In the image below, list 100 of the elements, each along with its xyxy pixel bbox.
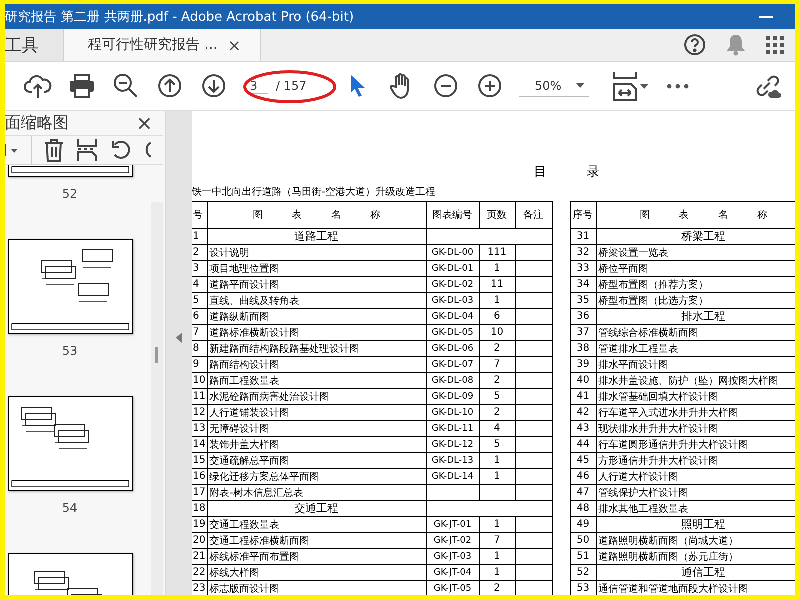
table-cell: 行车道平入式进水井升井大样图 [596, 404, 795, 420]
close-button[interactable]: × [228, 36, 242, 54]
rotate-left-icon[interactable] [110, 139, 132, 161]
page-number: 52 [62, 187, 78, 201]
table-cell: 42 [570, 404, 596, 420]
zoom-field[interactable]: 50% [519, 76, 589, 96]
table-cell: GK-DL-05 [426, 324, 480, 340]
document-subtitle: 铁一中北向出行道路（马田街-空港大道）升级改造工程 [192, 186, 436, 199]
table-cell: GK-DL-08 [426, 372, 480, 388]
table-cell: GK-DL-03 [426, 292, 480, 308]
tab-label[interactable]: 程可行性研究报告 ... [88, 36, 218, 54]
page-number-field[interactable]: 3 [250, 78, 268, 94]
page-thumbnail[interactable] [8, 239, 132, 334]
table-cell: 2 [192, 244, 208, 260]
table-cell: 装饰井盖大样图 [207, 436, 426, 452]
table-cell: 1 [479, 292, 516, 308]
table-cell: 36 [570, 308, 596, 324]
scrollbar-thumb[interactable] [155, 347, 158, 363]
table-cell: 7 [192, 324, 208, 340]
table-cell: 桥梁设置一览表 [596, 244, 795, 260]
table-cell: 桥型布置图（推荐方案） [596, 276, 795, 292]
table-cell: 16 [192, 468, 208, 484]
table-cell: 4 [192, 276, 208, 292]
table-cell: 道路照明横断面图（苏元庄街） [596, 548, 795, 564]
table-cell: 1 [479, 260, 516, 276]
table-cell: 无障碍设计图 [207, 420, 426, 436]
table-cell: 道路纵断面图 [207, 308, 426, 324]
collapse-arrow-icon[interactable] [176, 333, 182, 343]
table-cell: 39 [570, 356, 596, 372]
table-cell: 排水其他工程数量表 [596, 500, 795, 516]
table-cell: 排水工程 [596, 308, 795, 324]
caret-icon[interactable] [576, 83, 585, 88]
table-cell: 5 [479, 436, 516, 452]
table-cell: 方形通信井升井大样设计图 [596, 452, 795, 468]
table-cell: 人行道铺装设计图 [207, 404, 426, 420]
table-cell: 1 [479, 516, 516, 532]
page-thumbnail[interactable] [8, 165, 132, 177]
document-heading: 目 录 [534, 164, 600, 181]
table-cell: 4 [479, 420, 516, 436]
window-title: 研究报告 第二册 共两册.pdf - Adobe Acrobat Pro (64-bit) [5, 8, 354, 26]
table-cell: 12 [192, 404, 208, 420]
table-cell: 18 [192, 500, 208, 516]
table-cell: 1 [479, 564, 516, 580]
table-cell: 道路平面设计图 [207, 276, 426, 292]
table-cell: 111 [479, 244, 516, 260]
table-cell: 交通工程数量表 [207, 516, 426, 532]
table-cell: 桥位平面图 [596, 260, 795, 276]
table-cell: 1 [479, 548, 516, 564]
column-header: 页数 [479, 202, 516, 228]
help-icon[interactable] [684, 34, 706, 56]
table-cell: 38 [570, 340, 596, 356]
table-cell: GK-DL-06 [426, 340, 480, 356]
table-cell: 10 [192, 372, 208, 388]
cloud-upload-icon[interactable] [23, 73, 53, 99]
table-cell: GK-DL-00 [426, 244, 480, 260]
minimize-icon[interactable] [759, 14, 773, 18]
table-cell: 路面工程数量表 [207, 372, 426, 388]
table-cell: 标线大样图 [207, 564, 426, 580]
scrollbar[interactable] [151, 202, 163, 595]
table-cell: 35 [570, 292, 596, 308]
table-cell: GK-DL-04 [426, 308, 480, 324]
column-header: 序号 [570, 202, 596, 228]
close-button[interactable]: × [136, 111, 153, 135]
table-cell: 交通工程标准横断面图 [207, 532, 426, 548]
caret-icon[interactable] [640, 84, 649, 88]
page-thumbnail[interactable] [8, 396, 132, 491]
table-cell: 设计说明 [207, 244, 426, 260]
table-cell: 34 [570, 276, 596, 292]
table-cell: GK-DL-07 [426, 356, 480, 372]
print-icon[interactable] [67, 74, 97, 98]
table-cell: 绿化迁移方案总体平面图 [207, 468, 426, 484]
table-cell: GK-DL-13 [426, 452, 480, 468]
tab[interactable]: 程可行性研究报告 ... × [64, 29, 261, 61]
table-cell: 标志版面设计图 [207, 580, 426, 595]
apps-grid-icon[interactable] [766, 36, 785, 54]
caret-icon[interactable] [5, 143, 19, 157]
page-total: / 157 [276, 79, 307, 93]
column-header: 备注 [515, 202, 552, 228]
page-number: 54 [62, 501, 78, 515]
fit-page-icon[interactable] [613, 71, 637, 101]
insert-page-icon[interactable] [76, 138, 98, 162]
table-cell: 交通工程 [207, 500, 426, 516]
table-cell: GK-DL-12 [426, 436, 480, 452]
table-cell: GK-JT-04 [426, 564, 480, 580]
table-cell: 通信工程 [596, 564, 795, 580]
table-cell: 50 [570, 532, 596, 548]
table-cell: 15 [192, 452, 208, 468]
table-cell: 47 [570, 484, 596, 500]
table-cell: 道路照明横断面图（尚城大道） [596, 532, 795, 548]
tab[interactable]: 工具 [5, 29, 64, 61]
table-cell: 管线保护大样设计图 [596, 484, 795, 500]
table-cell: 排水管基础回填大样设计图 [596, 388, 795, 404]
table-cell: 排水井盖设施、防护（坠）网按图大样图 [596, 372, 795, 388]
table-cell: 7 [479, 356, 516, 372]
table-cell: 人行道大样设计图 [596, 468, 795, 484]
table-cell: 52 [570, 564, 596, 580]
trash-icon[interactable] [44, 138, 64, 162]
table-cell: 3 [192, 260, 208, 276]
table-cell: 44 [570, 436, 596, 452]
table-cell: 21 [192, 548, 208, 564]
